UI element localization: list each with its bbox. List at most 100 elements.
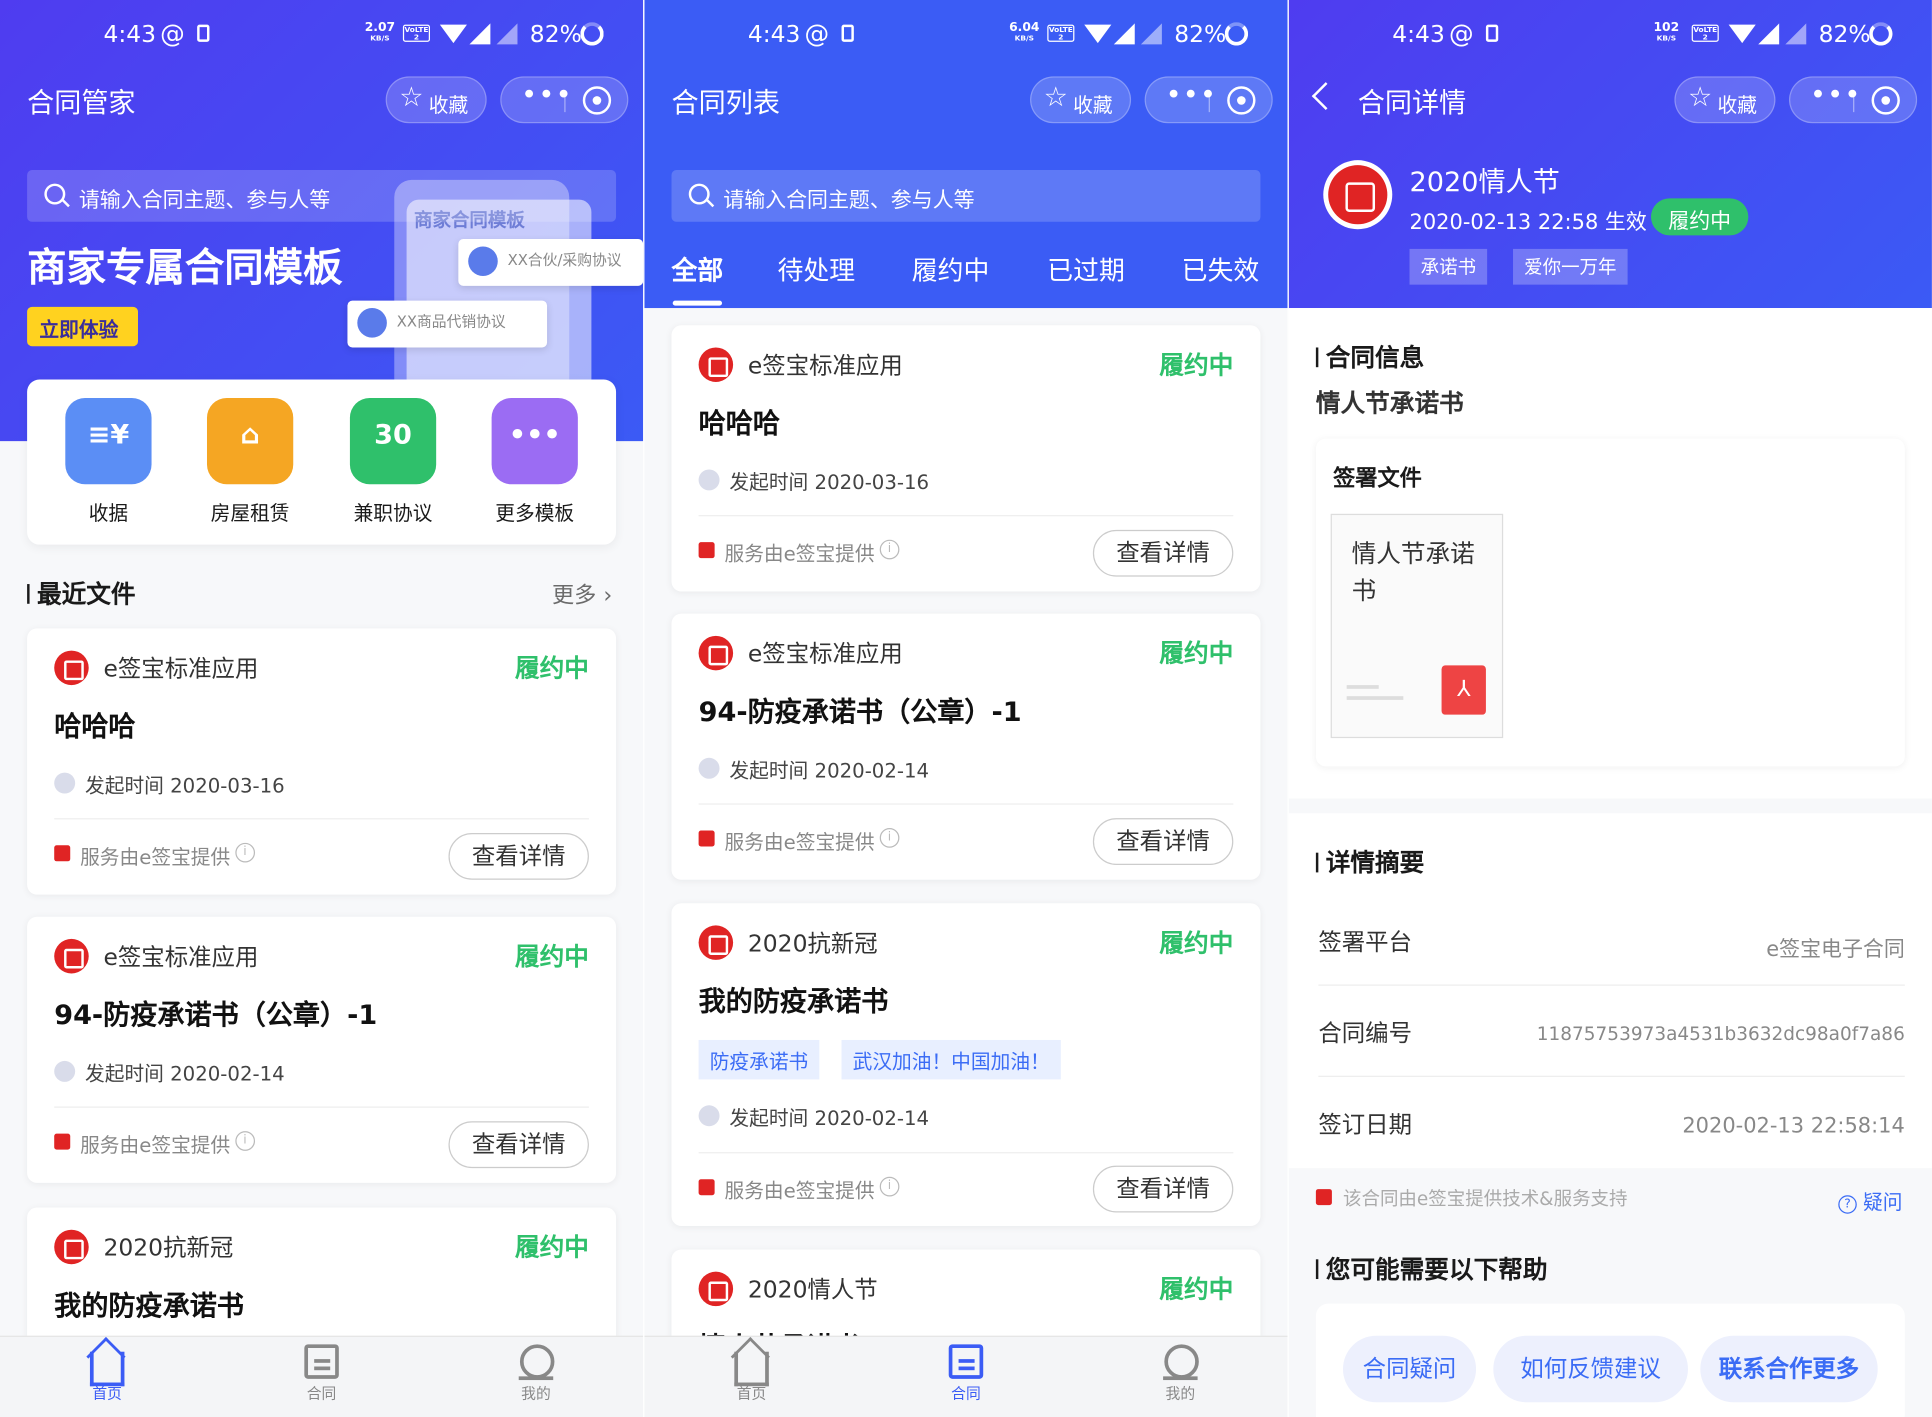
help-feedback[interactable]: 如何反馈建议 bbox=[1493, 1335, 1688, 1403]
document-icon bbox=[948, 1344, 984, 1379]
tab-in-progress[interactable]: 履约中 bbox=[912, 251, 990, 288]
close-miniapp-icon[interactable] bbox=[1871, 86, 1900, 115]
search-input[interactable]: 请输入合同主题、参与人等 bbox=[671, 170, 1261, 222]
detail-value: 2020-02-13 22:58:14 bbox=[1682, 1113, 1905, 1139]
quick-item-house-rent[interactable]: ⌂ 房屋租赁 bbox=[203, 398, 297, 526]
user-icon bbox=[518, 1344, 555, 1381]
favorite-button[interactable]: 收藏 bbox=[385, 76, 487, 124]
close-miniapp-icon[interactable] bbox=[582, 86, 612, 115]
contract-name: 哈哈哈 bbox=[698, 409, 780, 440]
template-chip: XX合伙/采购协议 bbox=[458, 239, 644, 286]
status-badge: 履约中 bbox=[1159, 927, 1234, 958]
tab-contracts[interactable]: 合同 bbox=[929, 1344, 1003, 1403]
detail-key: 合同编号 bbox=[1318, 1020, 1413, 1048]
signal-icon-2 bbox=[1785, 23, 1807, 45]
service-provider: 服务由e签宝提供 bbox=[698, 826, 900, 856]
contract-tag: 武汉加油！中国加油！ bbox=[841, 1039, 1061, 1080]
tab-home[interactable]: 首页 bbox=[70, 1344, 144, 1403]
tab-pending[interactable]: 待处理 bbox=[777, 251, 855, 288]
signal-icon bbox=[469, 23, 491, 45]
sim-icon bbox=[197, 24, 210, 42]
status-bar: 4:43 @ 2.07 KB/S VoLTE 2 82% bbox=[0, 0, 643, 64]
house-icon: ⌂ bbox=[206, 398, 294, 485]
contract-tag: 防疫承诺书 bbox=[698, 1039, 820, 1080]
at-icon: @ bbox=[804, 18, 830, 49]
panel-contract-list: 4:43 @ 6.04KB/S VoLTE 2 82% 合同列表 收藏 ••• … bbox=[644, 0, 1288, 1417]
contract-card[interactable]: e签宝标准应用 履约中 哈哈哈 发起时间 2020-03-16 服务由e签宝提供… bbox=[671, 325, 1261, 592]
card-org: e签宝标准应用 bbox=[747, 352, 903, 380]
page-title: 合同详情 bbox=[1357, 88, 1467, 120]
quick-item-receipt[interactable]: ≡¥ 收据 bbox=[62, 398, 156, 526]
document-icon bbox=[304, 1344, 339, 1379]
net-speed: 2.07 KB/S bbox=[364, 20, 396, 44]
service-provider: 服务由e签宝提供 bbox=[698, 537, 900, 567]
favorite-button[interactable]: 收藏 bbox=[1030, 76, 1132, 124]
status-badge: 履约中 bbox=[1159, 1274, 1234, 1304]
help-cooperation[interactable]: 联系合作更多 bbox=[1700, 1335, 1878, 1403]
capsule-divider bbox=[1208, 89, 1210, 113]
tab-all[interactable]: 全部 bbox=[671, 251, 723, 306]
sim-icon bbox=[1485, 24, 1499, 42]
status-badge: 履约中 bbox=[515, 653, 589, 683]
bottom-tab-bar: 首页 合同 我的 bbox=[0, 1335, 644, 1417]
capsule-divider bbox=[564, 89, 566, 113]
receipt-icon: ≡¥ bbox=[65, 398, 152, 485]
service-provider: 服务由e签宝提供 bbox=[698, 1174, 900, 1204]
quick-item-more-templates[interactable]: ••• 更多模板 bbox=[488, 398, 582, 526]
contract-card[interactable]: 2020抗新冠 履约中 我的防疫承诺书 防疫承诺书 武汉加油！中国加油！ 发起时… bbox=[671, 903, 1261, 1227]
tab-mine[interactable]: 我的 bbox=[1143, 1344, 1217, 1403]
lte-icon: VoLTE 2 bbox=[402, 24, 431, 42]
tab-contracts[interactable]: 合同 bbox=[285, 1344, 359, 1403]
detail-row: 签订日期 2020-02-13 22:58:14 bbox=[1318, 1077, 1904, 1168]
divider bbox=[698, 803, 1234, 805]
view-detail-button[interactable]: 查看详情 bbox=[448, 832, 589, 880]
card-org: e签宝标准应用 bbox=[103, 655, 259, 683]
detail-key: 签署平台 bbox=[1318, 929, 1413, 957]
back-arrow-icon[interactable] bbox=[1311, 82, 1340, 111]
start-time: 发起时间 2020-02-14 bbox=[698, 754, 929, 784]
contract-card[interactable]: e签宝标准应用 履约中 哈哈哈 发起时间 2020-03-16 服务由e签宝提供… bbox=[27, 628, 617, 895]
favorite-button[interactable]: 收藏 bbox=[1674, 76, 1776, 124]
support-note: 该合同由e签宝提供技术&服务支持 bbox=[1315, 1185, 1628, 1211]
status-badge: 履约中 bbox=[1159, 349, 1234, 380]
contract-tag: 爱你一万年 bbox=[1513, 248, 1628, 285]
view-detail-button[interactable]: 查看详情 bbox=[448, 1121, 589, 1169]
net-speed: 6.04 KB/S bbox=[1009, 20, 1040, 44]
status-badge: 履约中 bbox=[1651, 198, 1749, 236]
try-now-button[interactable]: 立即体验 bbox=[27, 306, 138, 347]
calendar-icon: 30 bbox=[349, 398, 437, 485]
tab-mine[interactable]: 我的 bbox=[499, 1344, 573, 1403]
nav-bar: 合同管家 收藏 ••• bbox=[0, 64, 643, 135]
question-link[interactable]: ? 疑问 bbox=[1838, 1185, 1902, 1215]
tab-expired[interactable]: 已过期 bbox=[1047, 251, 1125, 288]
battery-ring-icon bbox=[1869, 22, 1893, 46]
status-time: 4:43 bbox=[1392, 20, 1445, 49]
esign-logo-icon bbox=[54, 650, 89, 686]
contract-card[interactable]: e签宝标准应用 履约中 94-防疫承诺书（公章）-1 发起时间 2020-02-… bbox=[671, 613, 1261, 880]
tab-invalid[interactable]: 已失效 bbox=[1182, 251, 1260, 288]
search-input[interactable]: 请输入合同主题、参与人等 bbox=[27, 170, 617, 222]
file-thumbnail[interactable]: 情人节承诺书 ⅄ bbox=[1330, 513, 1504, 739]
contract-info-title: 合同信息 bbox=[1315, 338, 1424, 374]
user-icon bbox=[1163, 1344, 1199, 1381]
status-badge: 履约中 bbox=[515, 1232, 589, 1262]
close-miniapp-icon[interactable] bbox=[1227, 86, 1256, 115]
contract-card[interactable]: e签宝标准应用 履约中 94-防疫承诺书（公章）-1 发起时间 2020-02-… bbox=[27, 916, 617, 1183]
view-detail-button[interactable]: 查看详情 bbox=[1092, 818, 1234, 866]
detail-value: e签宝电子合同 bbox=[1766, 937, 1905, 963]
help-contract-question[interactable]: 合同疑问 bbox=[1342, 1335, 1477, 1403]
contract-name: 94-防疫承诺书（公章）-1 bbox=[54, 1000, 378, 1032]
status-badge: 履约中 bbox=[515, 941, 589, 971]
quick-item-parttime[interactable]: 30 兼职协议 bbox=[346, 398, 440, 526]
net-speed: 102 KB/S bbox=[1653, 20, 1680, 44]
more-link[interactable]: 更多 › bbox=[552, 578, 612, 610]
service-provider: 服务由e签宝提供 bbox=[54, 1129, 255, 1159]
tab-home[interactable]: 首页 bbox=[715, 1344, 789, 1403]
service-provider: 服务由e签宝提供 bbox=[54, 840, 255, 870]
view-detail-button[interactable]: 查看详情 bbox=[1092, 529, 1234, 577]
start-time: 发起时间 2020-02-14 bbox=[698, 1102, 929, 1132]
recent-files-title: 最近文件 bbox=[27, 574, 136, 610]
card-org: e签宝标准应用 bbox=[747, 640, 903, 668]
view-detail-button[interactable]: 查看详情 bbox=[1092, 1165, 1234, 1213]
folder-icon: ••• bbox=[491, 398, 578, 485]
